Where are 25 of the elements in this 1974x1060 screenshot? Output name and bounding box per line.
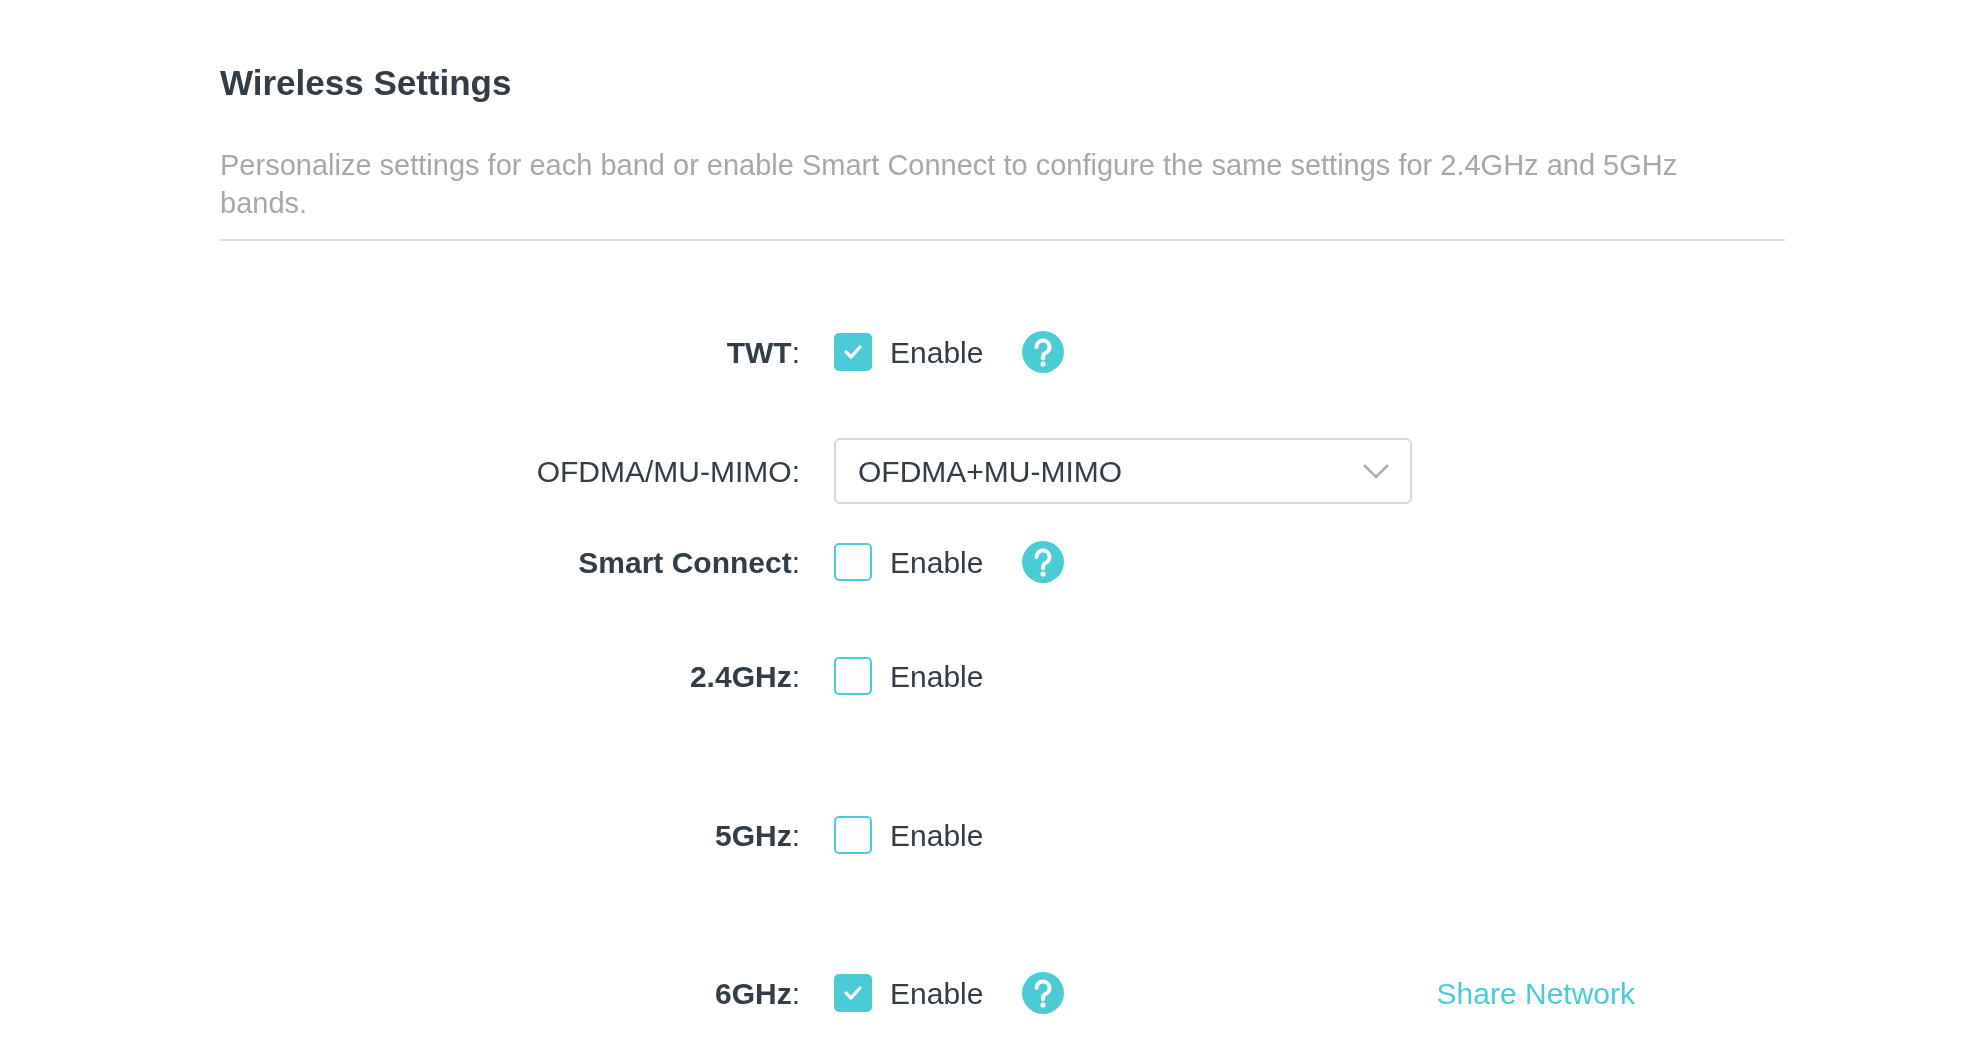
- dropdown-select[interactable]: OFDMA+MU-MIMO: [834, 438, 1412, 504]
- checkbox[interactable]: [834, 974, 872, 1012]
- checkbox[interactable]: [834, 657, 872, 695]
- chevron-down-icon: [1362, 463, 1390, 479]
- description-text: Personalize settings for each band or enable Smart Connect to configure the same settings for 2.4GHz and 5GHz bands.: [220, 146, 1785, 241]
- checkbox[interactable]: [834, 333, 872, 371]
- page-title: Wireless Settings: [220, 62, 513, 104]
- field-label: TWT:: [725, 334, 800, 371]
- checkbox[interactable]: [834, 543, 872, 581]
- help-icon[interactable]: [1021, 971, 1066, 1015]
- checkbox-label: Enable: [890, 334, 984, 371]
- check-icon: [843, 344, 863, 360]
- help-icon[interactable]: [1021, 540, 1066, 584]
- field-label: Smart Connect:: [577, 544, 800, 581]
- checkbox-label: Enable: [890, 817, 984, 854]
- field-label: 5GHz:: [713, 817, 800, 854]
- checkbox-label: Enable: [890, 544, 984, 581]
- field-label: OFDMA/MU-MIMO:: [535, 453, 800, 490]
- checkbox-label: Enable: [890, 975, 984, 1012]
- check-icon: [843, 985, 863, 1001]
- field-label: 6GHz:: [713, 975, 800, 1012]
- checkbox[interactable]: [834, 816, 872, 854]
- field-label: 2.4GHz:: [688, 658, 800, 695]
- help-icon[interactable]: [1021, 330, 1066, 374]
- checkbox-label: Enable: [890, 658, 984, 695]
